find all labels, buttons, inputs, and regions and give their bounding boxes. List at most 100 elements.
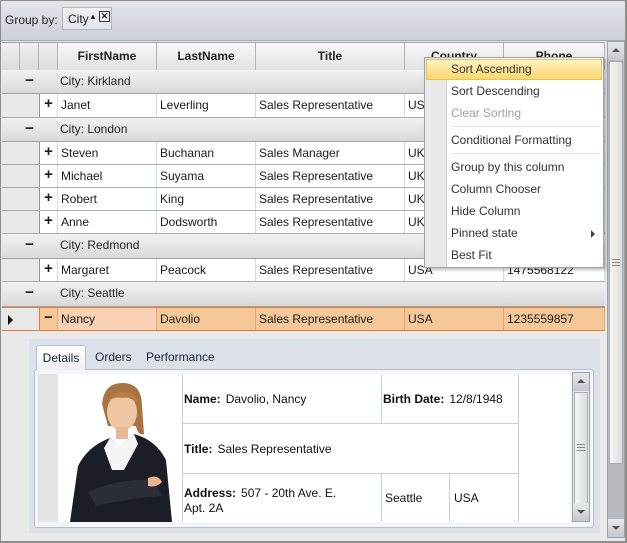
- sort-ascending-icon: ▲: [89, 12, 97, 21]
- cell-phone[interactable]: 1235559857: [504, 308, 605, 330]
- group-indent: [20, 165, 39, 187]
- cell-firstname[interactable]: Margaret: [58, 259, 157, 281]
- menu-item-pinned-state[interactable]: Pinned state: [426, 223, 602, 244]
- collapse-group-icon[interactable]: −: [20, 118, 39, 140]
- cell-firstname[interactable]: Nancy: [58, 308, 157, 330]
- details-content: Name: Davolio, Nancy Birth Date: 12/8/19…: [34, 369, 594, 528]
- row-indicator: [2, 188, 20, 210]
- collapse-group-icon[interactable]: −: [20, 234, 39, 256]
- scroll-up-button[interactable]: [608, 42, 624, 60]
- arrow-up-icon: [577, 379, 585, 383]
- row-indicator: [2, 142, 20, 164]
- expand-row-icon[interactable]: +: [39, 94, 58, 117]
- cell-firstname[interactable]: Robert: [58, 188, 157, 210]
- scroll-thumb[interactable]: [574, 392, 588, 504]
- row-indicator: [2, 94, 20, 117]
- grid-vertical-scrollbar[interactable]: [607, 41, 625, 538]
- collapse-group-icon[interactable]: −: [20, 70, 39, 92]
- expand-row-icon[interactable]: +: [39, 165, 58, 187]
- header-indicator-cell: [2, 43, 20, 70]
- menu-item-best-fit[interactable]: Best Fit: [426, 245, 602, 266]
- cell-firstname[interactable]: Anne: [58, 211, 157, 233]
- table-row-selected[interactable]: − Nancy Davolio Sales Representative USA…: [2, 307, 605, 331]
- cell-lastname[interactable]: Buchanan: [157, 142, 256, 164]
- group-row-seattle[interactable]: − City: Seattle: [2, 282, 605, 307]
- pinned-state-label: Pinned state: [451, 226, 518, 240]
- scroll-thumb[interactable]: [609, 61, 623, 464]
- cell-firstname[interactable]: Steven: [58, 142, 157, 164]
- remove-group-icon[interactable]: ✕: [99, 11, 110, 22]
- detail-birth-date: Birth Date: 12/8/1948: [381, 374, 519, 424]
- cell-lastname[interactable]: Dodsworth: [157, 211, 256, 233]
- row-indicator: [2, 308, 20, 330]
- group-by-label: Group by:: [5, 13, 58, 27]
- birth-date-value: 12/8/1948: [449, 391, 503, 406]
- scroll-up-button[interactable]: [573, 373, 589, 391]
- details-scrollbar[interactable]: [572, 372, 590, 522]
- row-indicator: [2, 211, 20, 233]
- collapse-group-icon[interactable]: −: [20, 282, 39, 304]
- current-row-arrow-icon: [8, 315, 13, 325]
- column-header-title[interactable]: Title: [256, 43, 405, 70]
- expand-row-icon[interactable]: +: [39, 211, 58, 233]
- title-value: Sales Representative: [217, 441, 332, 456]
- arrow-down-icon: [577, 510, 585, 514]
- group-label: City: Kirkland: [60, 74, 131, 88]
- group-by-panel[interactable]: Group by: City ▲ ✕: [1, 1, 625, 41]
- cell-title[interactable]: Sales Representative: [256, 165, 405, 187]
- detail-country: USA: [449, 474, 519, 522]
- menu-separator: [451, 153, 601, 154]
- menu-item-group-by-column[interactable]: Group by this column: [426, 157, 602, 178]
- detail-title: Title: Sales Representative: [182, 424, 519, 474]
- tab-details[interactable]: Details: [36, 345, 86, 370]
- cell-country[interactable]: USA: [405, 308, 504, 330]
- column-header-lastname[interactable]: LastName: [157, 43, 256, 70]
- menu-item-hide-column[interactable]: Hide Column: [426, 201, 602, 222]
- row-indicator: [2, 165, 20, 187]
- title-label: Title:: [184, 441, 213, 456]
- cell-title[interactable]: Sales Representative: [256, 308, 405, 330]
- cell-lastname[interactable]: Leverling: [157, 94, 256, 117]
- cell-firstname[interactable]: Michael: [58, 165, 157, 187]
- group-label: City: London: [60, 122, 128, 136]
- menu-item-sort-ascending[interactable]: Sort Ascending: [426, 59, 602, 80]
- cell-lastname[interactable]: Davolio: [157, 308, 256, 330]
- menu-item-column-chooser[interactable]: Column Chooser: [426, 179, 602, 200]
- submenu-arrow-icon: [591, 230, 595, 238]
- cell-title[interactable]: Sales Representative: [256, 188, 405, 210]
- details-table: Name: Davolio, Nancy Birth Date: 12/8/19…: [58, 374, 570, 522]
- group-chip-city[interactable]: City ▲ ✕: [62, 7, 112, 30]
- cell-lastname[interactable]: King: [157, 188, 256, 210]
- cell-lastname[interactable]: Suyama: [157, 165, 256, 187]
- cell-lastname[interactable]: Peacock: [157, 259, 256, 281]
- header-expand-cell: [39, 43, 58, 70]
- scroll-down-button[interactable]: [608, 519, 624, 537]
- cell-firstname[interactable]: Janet: [58, 94, 157, 117]
- cell-title[interactable]: Sales Manager: [256, 142, 405, 164]
- menu-item-clear-sorting: Clear Sorting: [451, 106, 522, 120]
- address-label: Address:: [184, 486, 237, 500]
- cell-title[interactable]: Sales Representative: [256, 211, 405, 233]
- group-indent: [20, 259, 39, 281]
- scroll-down-button[interactable]: [573, 503, 589, 521]
- cell-title[interactable]: Sales Representative: [256, 94, 405, 117]
- row-indicator: [2, 259, 20, 281]
- arrow-down-icon: [612, 526, 620, 530]
- city-value: Seattle: [385, 491, 423, 505]
- detail-city: Seattle: [381, 474, 449, 522]
- group-indent: [20, 142, 39, 164]
- expand-row-icon[interactable]: +: [39, 188, 58, 210]
- cell-title[interactable]: Sales Representative: [256, 259, 405, 281]
- birth-date-label: Birth Date:: [383, 391, 445, 406]
- menu-separator: [451, 126, 601, 127]
- expand-row-icon[interactable]: +: [39, 142, 58, 164]
- collapse-row-icon[interactable]: −: [39, 308, 58, 330]
- column-header-firstname[interactable]: FirstName: [58, 43, 157, 70]
- expand-row-icon[interactable]: +: [39, 259, 58, 281]
- menu-item-conditional-formatting[interactable]: Conditional Formatting: [426, 130, 602, 151]
- menu-item-sort-descending[interactable]: Sort Descending: [426, 81, 602, 102]
- group-indent: [20, 211, 39, 233]
- tab-orders[interactable]: Orders: [95, 345, 132, 370]
- tab-performance[interactable]: Performance: [146, 345, 215, 370]
- group-label: City: Redmond: [60, 238, 140, 252]
